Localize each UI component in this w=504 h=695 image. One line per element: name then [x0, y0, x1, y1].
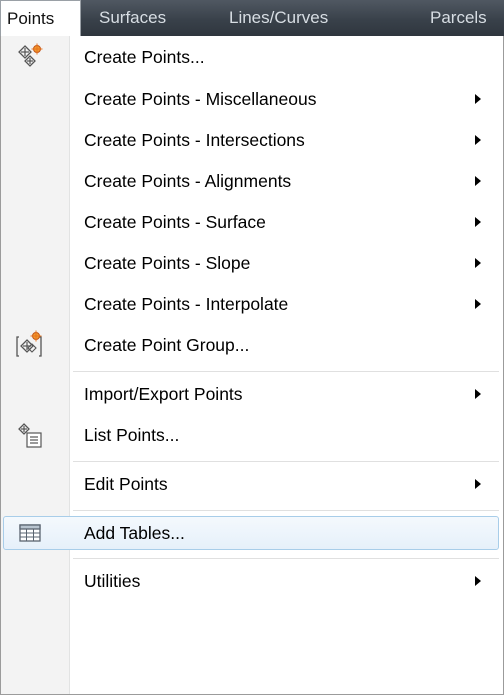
create-points-icon [15, 42, 45, 72]
menubar-item-parcels[interactable]: Parcels [430, 0, 487, 36]
menu-item-label: Add Tables... [84, 523, 185, 543]
menu-item-utilities[interactable]: Utilities [3, 564, 499, 598]
menu-item-label: Edit Points [84, 474, 168, 494]
menu-item-import-export-points[interactable]: Import/Export Points [3, 377, 499, 411]
menu-item-create-points-intersections[interactable]: Create Points - Intersections [3, 123, 499, 157]
menu-item-label: Create Points - Slope [84, 253, 251, 273]
submenu-arrow-icon [475, 176, 481, 186]
list-points-icon [15, 420, 45, 450]
menu-item-label: Utilities [84, 571, 141, 591]
submenu-arrow-icon [475, 94, 481, 104]
menu-separator [73, 510, 499, 512]
menubar-label: Lines/Curves [229, 8, 329, 27]
menu-item-label: Create Points - Intersections [84, 130, 305, 150]
menubar-label: Parcels [430, 8, 487, 27]
menu-item-create-points-alignments[interactable]: Create Points - Alignments [3, 164, 499, 198]
menu-item-label: Import/Export Points [84, 384, 243, 404]
create-point-group-icon [15, 330, 45, 360]
menu-item-label: Create Points - Miscellaneous [84, 89, 317, 109]
menubar-item-lines-curves[interactable]: Lines/Curves [229, 0, 328, 36]
menu-item-label: Create Points... [84, 47, 205, 67]
submenu-arrow-icon [475, 217, 481, 227]
submenu-arrow-icon [475, 389, 481, 399]
menu-separator [73, 461, 499, 463]
menubar-label: Surfaces [99, 8, 167, 27]
menu-item-label: Create Points - Alignments [84, 171, 292, 191]
menu-item-create-points-surface[interactable]: Create Points - Surface [3, 205, 499, 239]
menu-item-label: Create Points - Interpolate [84, 294, 289, 314]
menubar-label: Points [7, 9, 55, 28]
menu-item-create-points-interpolate[interactable]: Create Points - Interpolate [3, 287, 499, 321]
menubar-item-points[interactable]: Points [0, 0, 81, 36]
submenu-arrow-icon [475, 479, 481, 489]
menu-item-label: Create Point Group... [84, 335, 250, 355]
submenu-arrow-icon [475, 576, 481, 586]
menu-item-create-points-slope[interactable]: Create Points - Slope [3, 246, 499, 280]
menu-item-list-points[interactable]: List Points... [3, 418, 499, 452]
table-icon [15, 518, 45, 548]
menu-separator [73, 558, 499, 560]
menu-item-create-points[interactable]: Create Points... [3, 40, 499, 74]
menu-item-create-point-group[interactable]: Create Point Group... [3, 328, 499, 362]
menu-item-edit-points[interactable]: Edit Points [3, 467, 499, 501]
menu-item-create-points-miscellaneous[interactable]: Create Points - Miscellaneous [3, 82, 499, 116]
menu-item-label: Create Points - Surface [84, 212, 266, 232]
submenu-arrow-icon [475, 135, 481, 145]
menubar-item-surfaces[interactable]: Surfaces [99, 0, 166, 36]
submenu-arrow-icon [475, 299, 481, 309]
menu-item-add-tables[interactable]: Add Tables... [3, 516, 499, 550]
menu-bar: Points Surfaces Lines/Curves Parcels [0, 0, 504, 36]
points-dropdown-menu: Create Points... Create Points - Miscell… [0, 36, 504, 695]
menu-item-label: List Points... [84, 425, 180, 445]
menu-separator [73, 371, 499, 373]
submenu-arrow-icon [475, 258, 481, 268]
